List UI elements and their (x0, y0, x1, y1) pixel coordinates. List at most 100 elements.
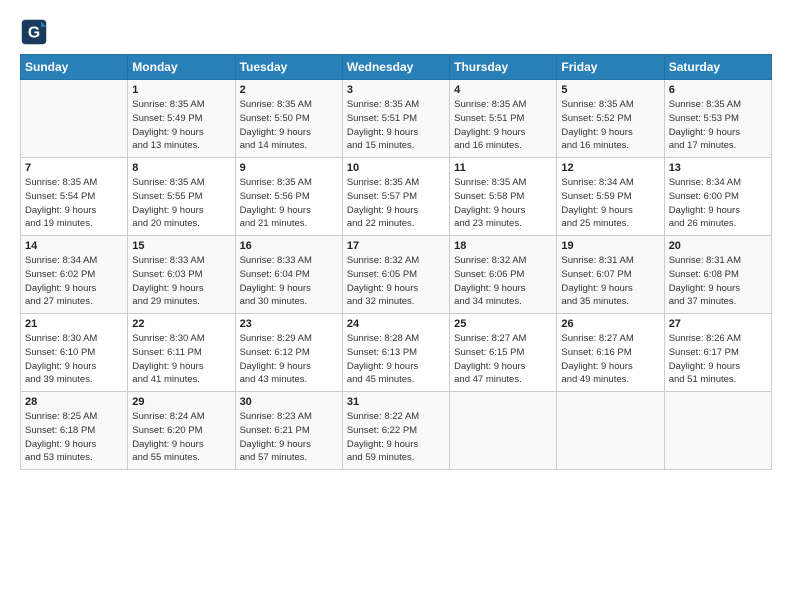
day-info-line: and 41 minutes. (132, 374, 200, 385)
calendar-day: 5Sunrise: 8:35 AMSunset: 5:52 PMDaylight… (557, 80, 664, 158)
day-number: 30 (240, 396, 338, 408)
day-info-line: Daylight: 9 hours (240, 283, 311, 294)
calendar-day: 22Sunrise: 8:30 AMSunset: 6:11 PMDayligh… (128, 314, 235, 392)
day-info-line: Sunrise: 8:35 AM (669, 99, 741, 110)
day-info: Sunrise: 8:35 AMSunset: 5:55 PMDaylight:… (132, 176, 230, 231)
day-number: 12 (561, 162, 659, 174)
day-info: Sunrise: 8:35 AMSunset: 5:51 PMDaylight:… (454, 98, 552, 153)
day-info-line: Daylight: 9 hours (132, 361, 203, 372)
day-info-line: Sunrise: 8:35 AM (561, 99, 633, 110)
day-info-line: Sunrise: 8:33 AM (132, 255, 204, 266)
calendar-day: 16Sunrise: 8:33 AMSunset: 6:04 PMDayligh… (235, 236, 342, 314)
day-info: Sunrise: 8:34 AMSunset: 5:59 PMDaylight:… (561, 176, 659, 231)
day-info-line: Sunrise: 8:35 AM (454, 177, 526, 188)
calendar-day (21, 80, 128, 158)
day-info: Sunrise: 8:22 AMSunset: 6:22 PMDaylight:… (347, 410, 445, 465)
day-number: 1 (132, 84, 230, 96)
day-info-line: Sunrise: 8:32 AM (347, 255, 419, 266)
day-header-thursday: Thursday (450, 55, 557, 80)
day-info-line: Sunrise: 8:31 AM (561, 255, 633, 266)
calendar-day: 23Sunrise: 8:29 AMSunset: 6:12 PMDayligh… (235, 314, 342, 392)
day-info: Sunrise: 8:31 AMSunset: 6:07 PMDaylight:… (561, 254, 659, 309)
day-info-line: Daylight: 9 hours (347, 127, 418, 138)
calendar-week-1: 1 Sunrise: 8:35 AMSunset: 5:49 PMDaylight… (21, 80, 772, 158)
calendar-day: 1 Sunrise: 8:35 AMSunset: 5:49 PMDaylight… (128, 80, 235, 158)
day-info-line: Daylight: 9 hours (454, 127, 525, 138)
day-info: Sunrise: 8:33 AM Sunset: 6:03 PM Daylight:… (132, 254, 230, 309)
day-info-line: Sunset: 5:53 PM (669, 113, 739, 124)
calendar-day: 14 Sunrise: 8:34 AMSunset: 6:02 PMDayligh… (21, 236, 128, 314)
day-info: Sunrise: 8:30 AMSunset: 6:10 PMDaylight:… (25, 332, 123, 387)
logo-icon: G (20, 18, 48, 46)
day-info: Sunrise: 8:35 AMSunset: 5:53 PMDaylight:… (669, 98, 767, 153)
day-info-line: Sunset: 6:21 PM (240, 425, 310, 436)
day-info-line: and 57 minutes. (240, 452, 308, 463)
calendar-day: 13Sunrise: 8:34 AMSunset: 6:00 PMDayligh… (664, 158, 771, 236)
day-info-line: Sunset: 5:51 PM (347, 113, 417, 124)
day-header-friday: Friday (557, 55, 664, 80)
day-number: 10 (347, 162, 445, 174)
day-info: Sunrise: 8:32 AM Sunset: 6:05 PM Daylight:… (347, 254, 445, 309)
day-info-line: Sunrise: 8:34 AM (25, 255, 97, 266)
calendar-day: 31Sunrise: 8:22 AMSunset: 6:22 PMDayligh… (342, 392, 449, 470)
calendar-table: SundayMondayTuesdayWednesdayThursdayFrid… (20, 54, 772, 470)
day-info: Sunrise: 8:35 AMSunset: 5:54 PMDaylight:… (25, 176, 123, 231)
header: G (20, 18, 772, 46)
calendar-day (664, 392, 771, 470)
day-info: Sunrise: 8:34 AMSunset: 6:02 PMDaylight:… (25, 254, 123, 309)
day-info-line: and 53 minutes. (25, 452, 93, 463)
day-number: 25 (454, 318, 552, 330)
calendar-day: 4Sunrise: 8:35 AMSunset: 5:51 PMDaylight… (450, 80, 557, 158)
day-info: Sunrise: 8:32 AMSunset: 6:06 PMDaylight:… (454, 254, 552, 309)
day-info-line: and 16 minutes. (561, 140, 629, 151)
day-number: 14 (25, 240, 123, 252)
calendar-week-4: 21Sunrise: 8:30 AMSunset: 6:10 PMDayligh… (21, 314, 772, 392)
svg-text:G: G (28, 24, 40, 41)
calendar-day: 9Sunrise: 8:35 AMSunset: 5:56 PMDaylight… (235, 158, 342, 236)
day-info-line: and 27 minutes. (25, 296, 93, 307)
calendar-header-row: SundayMondayTuesdayWednesdayThursdayFrid… (21, 55, 772, 80)
day-number: 20 (669, 240, 767, 252)
day-info-line: Sunrise: 8:31 AM (669, 255, 741, 266)
day-info-line: Daylight: 9 hours (669, 205, 740, 216)
day-info: Sunrise: 8:35 AMSunset: 5:56 PMDaylight:… (240, 176, 338, 231)
calendar-day (557, 392, 664, 470)
day-info-line: Daylight: 9 hours (132, 127, 203, 138)
day-info-line: Sunset: 6:04 PM (240, 269, 310, 280)
day-info-line: Daylight: 9 hours (132, 205, 203, 216)
calendar-day: 17Sunrise: 8:32 AMSunset: 6:05 PMDayligh… (342, 236, 449, 314)
calendar-day: 27Sunrise: 8:26 AMSunset: 6:17 PMDayligh… (664, 314, 771, 392)
day-info-line: and 17 minutes. (669, 140, 737, 151)
day-info: Sunrise: 8:34 AMSunset: 6:00 PMDaylight:… (669, 176, 767, 231)
calendar-day: 7Sunrise: 8:35 AMSunset: 5:54 PMDaylight… (21, 158, 128, 236)
day-info-line: and 45 minutes. (347, 374, 415, 385)
day-info-line: Sunrise: 8:24 AM (132, 411, 204, 422)
calendar-day: 25Sunrise: 8:27 AMSunset: 6:15 PMDayligh… (450, 314, 557, 392)
day-info: Sunrise: 8:35 AMSunset: 5:49 PMDaylight:… (132, 98, 230, 153)
calendar-day: 2Sunrise: 8:35 AMSunset: 5:50 PMDaylight… (235, 80, 342, 158)
day-info-line: Daylight: 9 hours (347, 205, 418, 216)
logo: G (20, 18, 50, 46)
day-info: Sunrise: 8:24 AMSunset: 6:20 PMDaylight:… (132, 410, 230, 465)
day-info-line: Sunrise: 8:35 AM (132, 99, 204, 110)
day-info-line: Sunrise: 8:25 AM (25, 411, 97, 422)
day-info-line: Daylight: 9 hours (561, 127, 632, 138)
calendar-week-5: 28Sunrise: 8:25 AMSunset: 6:18 PMDayligh… (21, 392, 772, 470)
day-info: Sunrise: 8:27 AMSunset: 6:16 PMDaylight:… (561, 332, 659, 387)
day-info-line: and 43 minutes. (240, 374, 308, 385)
day-info-line: Daylight: 9 hours (132, 283, 203, 294)
day-info-line: and 35 minutes. (561, 296, 629, 307)
day-info-line: Sunset: 6:05 PM (347, 269, 417, 280)
page: G SundayMondayTuesdayWednesdayThursdayFr… (0, 0, 792, 612)
day-info: Sunrise: 8:35 AMSunset: 5:57 PMDaylight:… (347, 176, 445, 231)
day-info-line: Sunrise: 8:35 AM (347, 99, 419, 110)
day-info-line: Daylight: 9 hours (347, 283, 418, 294)
day-info-line: Daylight: 9 hours (240, 205, 311, 216)
calendar-day: 28Sunrise: 8:25 AMSunset: 6:18 PMDayligh… (21, 392, 128, 470)
day-info-line: Sunset: 6:03 PM (132, 269, 202, 280)
day-info-line: and 59 minutes. (347, 452, 415, 463)
day-info-line: and 23 minutes. (454, 218, 522, 229)
day-number: 8 (132, 162, 230, 174)
day-info-line: Sunset: 6:16 PM (561, 347, 631, 358)
day-info-line: Daylight: 9 hours (25, 439, 96, 450)
